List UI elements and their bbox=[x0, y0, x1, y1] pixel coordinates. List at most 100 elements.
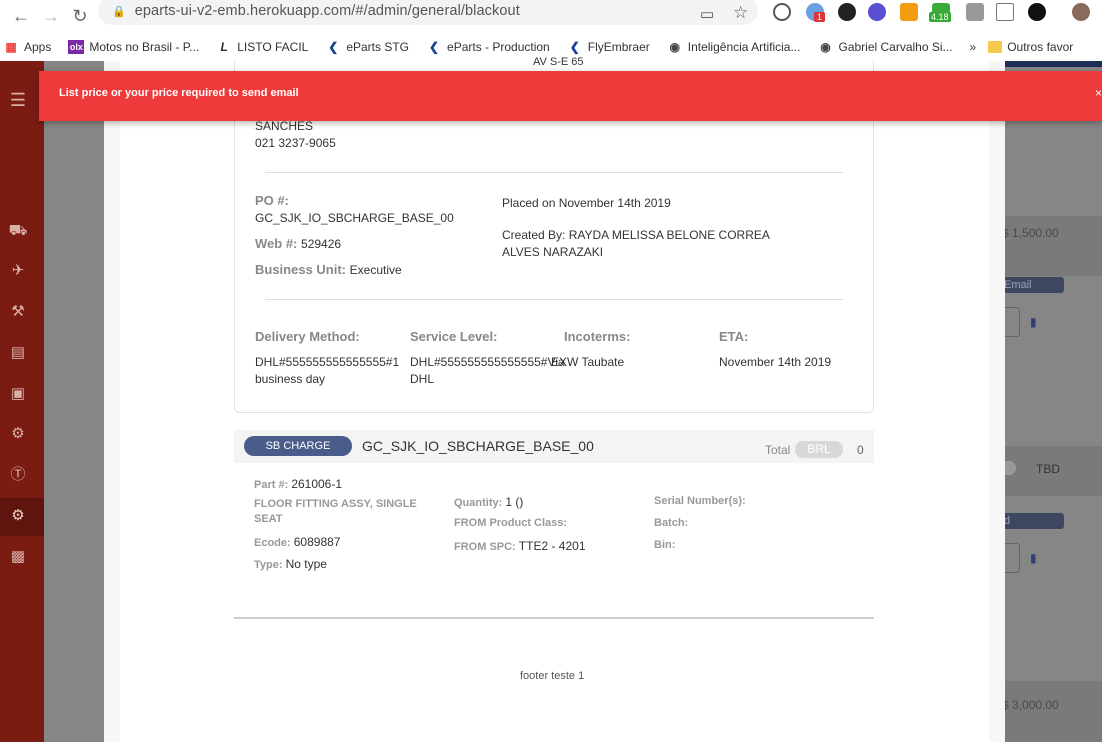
truck-icon[interactable]: ⛟ bbox=[8, 222, 28, 240]
delivery-method-value: business day bbox=[255, 372, 326, 386]
incoterms-value: EXW Taubate bbox=[551, 355, 625, 369]
spc-label: FROM SPC: bbox=[454, 541, 516, 553]
bookmark-label: eParts STG bbox=[346, 39, 410, 54]
web-label: Web #: bbox=[255, 236, 298, 251]
background-panel bbox=[1000, 216, 1102, 276]
dollar-icon[interactable]: Ⓣ bbox=[8, 466, 28, 484]
item-title: GC_SJK_IO_SBCHARGE_BASE_00 bbox=[362, 438, 594, 454]
eta-value: November 14th 2019 bbox=[719, 355, 832, 369]
gears-icon[interactable]: ⚙ bbox=[8, 507, 28, 525]
background-email-button: Email bbox=[1000, 277, 1064, 293]
background-price: $ 3,000.00 bbox=[1002, 698, 1059, 712]
bookmark-item[interactable]: ❮ eParts - Production bbox=[426, 40, 550, 54]
bookmark-label: Gabriel Carvalho Si... bbox=[838, 39, 953, 54]
web-number: Web #: 529426 bbox=[255, 236, 341, 251]
quantity: Quantity: 1 () bbox=[454, 495, 523, 509]
signal-extension-icon[interactable] bbox=[996, 3, 1014, 21]
address-bar[interactable]: 🔒 eparts-ui-v2-emb.herokuapp.com/#/admin… bbox=[98, 0, 758, 25]
business-unit-value: Executive bbox=[349, 263, 402, 277]
embraer-icon: ❮ bbox=[328, 39, 339, 54]
extension-badge: 1 bbox=[814, 12, 826, 22]
close-icon[interactable]: × bbox=[1095, 86, 1102, 100]
apps-grid-icon: ▦ bbox=[5, 39, 17, 54]
bookmark-item[interactable]: olx Motos no Brasil - P... bbox=[68, 39, 199, 54]
extension-icon[interactable] bbox=[773, 3, 791, 21]
menu-icon[interactable]: ☰ bbox=[8, 91, 28, 109]
part-description: FLOOR FITTING ASSY, SINGLE bbox=[254, 498, 417, 510]
item-header: SB CHARGE GC_SJK_IO_SBCHARGE_BASE_00 Tot… bbox=[234, 430, 874, 463]
browser-toolbar: ← → ↻ 🔒 eparts-ui-v2-emb.herokuapp.com/#… bbox=[0, 0, 1102, 32]
extension-icon[interactable] bbox=[966, 3, 984, 21]
bookmark-label: LISTO FACIL bbox=[237, 39, 309, 54]
batch-label: Batch: bbox=[654, 517, 689, 529]
bookmarks-overflow[interactable]: » bbox=[970, 40, 977, 54]
bookmark-label: Outros favor bbox=[1007, 39, 1074, 54]
url-text: eparts-ui-v2-emb.herokuapp.com/#/admin/g… bbox=[134, 3, 520, 19]
book-icon: ▮ bbox=[1030, 551, 1037, 565]
install-app-icon[interactable]: ▭ bbox=[700, 5, 714, 23]
sidebar: ☰ ⛟ ✈ ⚒ ▤ ▣ ⚙ Ⓣ ⚙ ▩ bbox=[0, 61, 44, 742]
document-icon[interactable]: ▤ bbox=[8, 344, 28, 362]
quantity-value: 1 () bbox=[505, 495, 524, 509]
currency-badge: BRL bbox=[795, 441, 843, 458]
bookmark-item[interactable]: ◉ Inteligência Artificia... bbox=[667, 40, 801, 54]
extension-icon[interactable] bbox=[868, 3, 886, 21]
embraer-icon: ❮ bbox=[569, 39, 580, 54]
web-value: 529426 bbox=[301, 237, 342, 251]
extension-icon[interactable] bbox=[838, 3, 856, 21]
bar-chart-icon[interactable]: ▩ bbox=[8, 548, 28, 566]
footer-text: footer teste 1 bbox=[520, 670, 585, 682]
airplane-icon[interactable]: ✈ bbox=[8, 262, 28, 280]
reload-icon[interactable]: ↻ bbox=[72, 7, 88, 25]
bookmark-item[interactable]: ❮ FlyEmbraer bbox=[567, 40, 650, 54]
gear-swap-icon[interactable]: ⚙ bbox=[8, 425, 28, 443]
bookmark-folder[interactable]: Outros favor bbox=[988, 40, 1073, 54]
key-extension-icon[interactable] bbox=[900, 3, 918, 21]
ecode-value: 6089887 bbox=[293, 535, 341, 549]
total-value: 0 bbox=[857, 443, 864, 457]
error-toast: List price or your price required to sen… bbox=[39, 71, 1102, 121]
background-price: $ 1,500.00 bbox=[1002, 226, 1059, 240]
bookmark-item[interactable]: ❮ eParts STG bbox=[325, 40, 409, 54]
business-unit-label: Business Unit: bbox=[255, 262, 347, 277]
bookmark-item[interactable]: ◉ Gabriel Carvalho Si... bbox=[817, 40, 952, 54]
bookmark-label: eParts - Production bbox=[447, 39, 550, 54]
bookmark-label: » bbox=[969, 39, 977, 54]
item-type: Type: No type bbox=[254, 557, 327, 571]
incoterms-label: Incoterms: bbox=[564, 329, 631, 344]
delivery-method-value: DHL#555555555555555#1 bbox=[255, 355, 400, 369]
spc: FROM SPC: TTE2 - 4201 bbox=[454, 539, 586, 553]
eta-label: ETA: bbox=[719, 329, 749, 344]
part-description-continued: SEAT bbox=[254, 513, 283, 525]
cart-icon[interactable]: ⚒ bbox=[8, 303, 28, 321]
globe-icon: ◉ bbox=[820, 39, 831, 54]
product-class-label: FROM Product Class: bbox=[454, 517, 568, 529]
forward-arrow-icon[interactable]: → bbox=[42, 7, 60, 25]
background-tbd: TBD bbox=[1036, 462, 1060, 476]
box-return-icon[interactable]: ▣ bbox=[8, 385, 28, 403]
lock-icon: 🔒 bbox=[112, 5, 126, 18]
extension-badge: 4.18 bbox=[929, 12, 951, 22]
quantity-label: Quantity: bbox=[454, 497, 503, 509]
star-bookmark-icon[interactable]: ☆ bbox=[733, 3, 748, 23]
type-value: No type bbox=[285, 557, 327, 571]
ecode: Ecode: 6089887 bbox=[254, 535, 340, 549]
business-unit: Business Unit: Executive bbox=[255, 262, 402, 277]
spc-value: TTE2 - 4201 bbox=[518, 539, 586, 553]
bookmark-apps[interactable]: ▦ Apps bbox=[3, 40, 51, 54]
back-arrow-icon[interactable]: ← bbox=[12, 7, 30, 25]
part-number: Part #: 261006-1 bbox=[254, 477, 342, 491]
extension-icon[interactable] bbox=[1028, 3, 1046, 21]
bookmark-label: Apps bbox=[24, 39, 52, 54]
delivery-method-label: Delivery Method: bbox=[255, 329, 360, 344]
part-value: 261006-1 bbox=[291, 477, 343, 491]
error-message: List price or your price required to sen… bbox=[59, 87, 299, 99]
folder-icon bbox=[988, 40, 1003, 53]
type-label: Type: bbox=[254, 559, 283, 571]
avatar[interactable] bbox=[1072, 3, 1090, 21]
bookmark-item[interactable]: L LISTO FACIL bbox=[216, 39, 309, 54]
created-by: Created By: RAYDA MELISSA BELONE CORREA bbox=[502, 228, 770, 242]
po-value: GC_SJK_IO_SBCHARGE_BASE_00 bbox=[255, 211, 454, 225]
embraer-icon: ❮ bbox=[428, 39, 440, 54]
bin-label: Bin: bbox=[654, 539, 676, 551]
